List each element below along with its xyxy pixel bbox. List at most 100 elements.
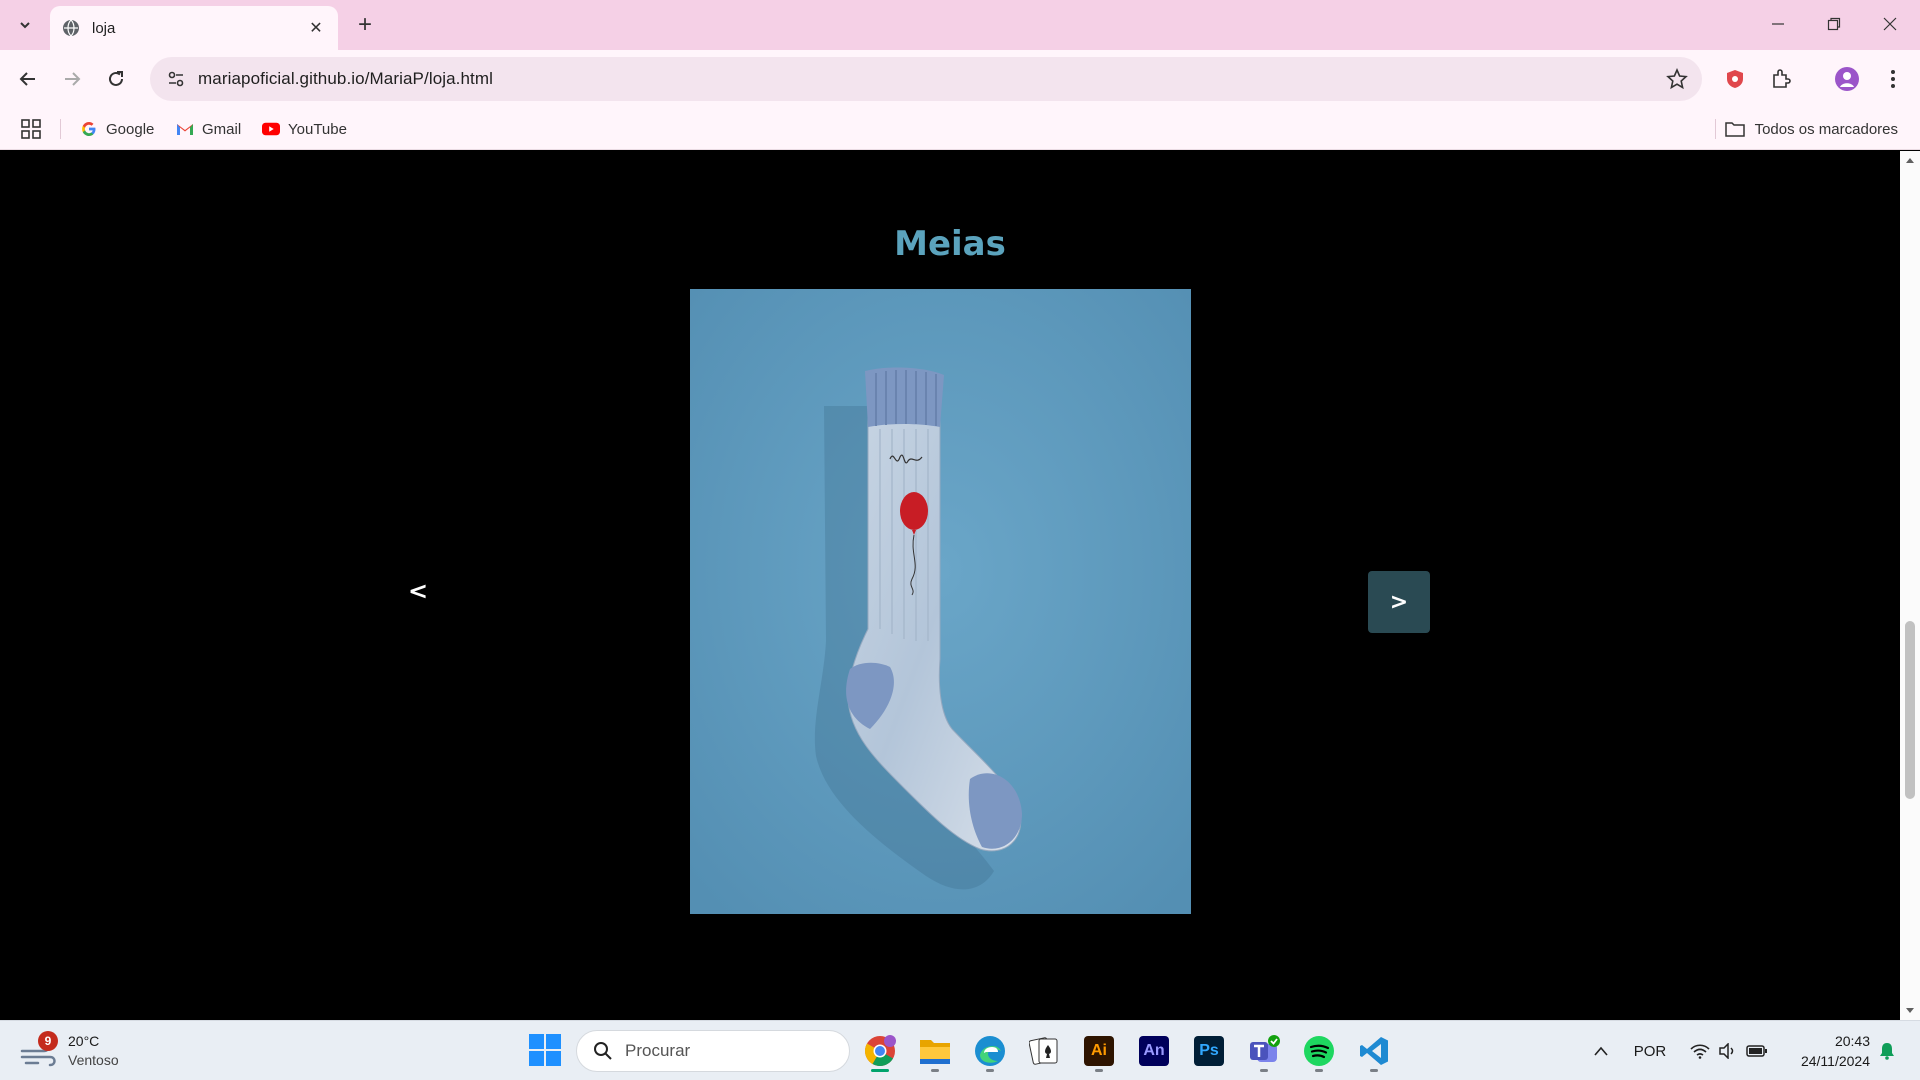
search-icon bbox=[594, 1042, 612, 1060]
wifi-icon bbox=[1690, 1044, 1710, 1059]
scroll-down-icon[interactable] bbox=[1900, 1002, 1920, 1020]
system-status-group[interactable] bbox=[1684, 1021, 1774, 1080]
clock-time: 20:43 bbox=[1834, 1033, 1870, 1049]
spotify-icon bbox=[1304, 1036, 1334, 1066]
chevron-up-icon bbox=[1594, 1046, 1608, 1056]
edge-icon bbox=[975, 1036, 1005, 1066]
teams-icon bbox=[1250, 1035, 1280, 1062]
back-arrow-icon bbox=[19, 72, 35, 86]
forward-button[interactable] bbox=[56, 63, 88, 95]
taskbar: 9 20°C Ventoso Procurar Ai An Ps POR 20:… bbox=[0, 1020, 1920, 1080]
product-image bbox=[690, 289, 1191, 914]
bell-icon bbox=[1880, 1043, 1894, 1060]
browser-toolbar: mariapoficial.github.io/MariaP/loja.html bbox=[0, 50, 1920, 108]
forward-arrow-icon bbox=[65, 72, 81, 86]
running-indicator bbox=[1260, 1069, 1268, 1072]
page-scrollbar[interactable] bbox=[1900, 151, 1920, 1020]
tab-title: loja bbox=[92, 19, 116, 37]
scrollbar-thumb[interactable] bbox=[1905, 621, 1915, 799]
taskbar-search[interactable]: Procurar bbox=[576, 1030, 850, 1072]
bookmarks-bar: Google Gmail YouTube Todos os marcadores bbox=[0, 108, 1920, 150]
site-info-icon[interactable] bbox=[154, 57, 198, 101]
taskbar-app-animate[interactable]: An bbox=[1132, 1029, 1176, 1073]
taskbar-app-edge[interactable] bbox=[968, 1029, 1012, 1073]
gmail-icon bbox=[176, 120, 194, 138]
globe-icon bbox=[62, 19, 80, 37]
bookmark-google[interactable]: Google bbox=[80, 117, 154, 141]
wind-icon: 9 bbox=[20, 1031, 60, 1069]
tab-close-icon[interactable]: ✕ bbox=[306, 18, 326, 38]
taskbar-app-illustrator[interactable]: Ai bbox=[1077, 1029, 1121, 1073]
volume-icon bbox=[1719, 1043, 1734, 1059]
profile-avatar[interactable] bbox=[1832, 64, 1862, 94]
bookmark-label: YouTube bbox=[288, 120, 347, 138]
taskbar-app-file-explorer[interactable] bbox=[913, 1029, 957, 1073]
show-hidden-icons-button[interactable] bbox=[1586, 1021, 1616, 1080]
scroll-up-icon[interactable] bbox=[1900, 151, 1920, 169]
weather-description: Ventoso bbox=[68, 1052, 119, 1068]
restore-icon bbox=[1827, 17, 1841, 31]
clock-date: 24/11/2024 bbox=[1800, 1053, 1870, 1069]
carousel-next-button[interactable]: > bbox=[1368, 571, 1430, 633]
solitaire-icon bbox=[1029, 1037, 1058, 1065]
google-icon bbox=[80, 120, 98, 138]
bookmarks-separator bbox=[1715, 119, 1716, 139]
system-clock[interactable]: 20:43 24/11/2024 bbox=[1782, 1031, 1870, 1071]
bookmark-gmail[interactable]: Gmail bbox=[176, 117, 241, 141]
bookmark-youtube[interactable]: YouTube bbox=[262, 117, 347, 141]
all-bookmarks-label: Todos os marcadores bbox=[1754, 120, 1898, 138]
reload-button[interactable] bbox=[100, 63, 132, 95]
weather-widget[interactable]: 9 20°C Ventoso bbox=[20, 1029, 119, 1073]
page-viewport: Meias < > bbox=[0, 151, 1920, 1020]
bookmark-star-icon[interactable] bbox=[1666, 68, 1688, 90]
carousel-prev-button[interactable]: < bbox=[398, 571, 438, 611]
extensions-icon[interactable] bbox=[1766, 64, 1796, 94]
windows-start-icon[interactable] bbox=[528, 1033, 562, 1067]
active-tab[interactable]: loja ✕ bbox=[50, 6, 338, 50]
tab-search-button[interactable] bbox=[10, 10, 40, 40]
close-window-button[interactable] bbox=[1862, 0, 1918, 48]
minimize-button[interactable] bbox=[1750, 0, 1806, 48]
illustrator-icon: Ai bbox=[1084, 1036, 1114, 1066]
running-indicator bbox=[1370, 1069, 1378, 1072]
folder-icon bbox=[1724, 122, 1745, 137]
restore-button[interactable] bbox=[1806, 0, 1862, 48]
reload-icon bbox=[109, 71, 123, 86]
back-button[interactable] bbox=[12, 63, 44, 95]
notifications-button[interactable] bbox=[1874, 1021, 1900, 1080]
photoshop-icon: Ps bbox=[1194, 1036, 1224, 1066]
chrome-icon bbox=[865, 1035, 896, 1067]
menu-kebab-icon[interactable] bbox=[1878, 64, 1908, 94]
shield-extension-icon[interactable] bbox=[1720, 64, 1750, 94]
taskbar-app-teams[interactable] bbox=[1242, 1029, 1286, 1073]
address-bar[interactable]: mariapoficial.github.io/MariaP/loja.html bbox=[150, 57, 1702, 101]
weather-alert-badge: 9 bbox=[38, 1031, 58, 1051]
running-indicator bbox=[986, 1069, 994, 1072]
url-text: mariapoficial.github.io/MariaP/loja.html bbox=[198, 69, 494, 88]
tab-strip: loja ✕ + bbox=[0, 0, 1920, 50]
file-explorer-icon bbox=[920, 1040, 950, 1064]
minimize-icon bbox=[1772, 23, 1784, 25]
taskbar-app-photoshop[interactable]: Ps bbox=[1187, 1029, 1231, 1073]
chevron-down-icon bbox=[20, 22, 30, 29]
bookmark-label: Gmail bbox=[202, 120, 242, 138]
taskbar-app-solitaire[interactable] bbox=[1022, 1029, 1066, 1073]
vscode-icon bbox=[1360, 1037, 1388, 1065]
language-indicator[interactable]: POR bbox=[1630, 1021, 1670, 1080]
all-bookmarks-button[interactable]: Todos os marcadores bbox=[1724, 117, 1898, 141]
taskbar-app-vscode[interactable] bbox=[1352, 1029, 1396, 1073]
running-indicator bbox=[1315, 1069, 1323, 1072]
running-indicator bbox=[1095, 1069, 1103, 1072]
taskbar-app-spotify[interactable] bbox=[1297, 1029, 1341, 1073]
active-indicator bbox=[871, 1069, 889, 1072]
battery-icon bbox=[1746, 1045, 1767, 1057]
page-title: Meias bbox=[894, 224, 1006, 264]
taskbar-app-chrome[interactable] bbox=[858, 1029, 902, 1073]
running-indicator bbox=[931, 1069, 939, 1072]
apps-grid-icon[interactable] bbox=[20, 118, 42, 140]
bookmarks-separator bbox=[60, 119, 61, 139]
youtube-icon bbox=[262, 120, 280, 138]
new-tab-button[interactable]: + bbox=[350, 10, 380, 40]
bookmark-label: Google bbox=[106, 120, 155, 138]
sock-illustration bbox=[690, 289, 1191, 914]
